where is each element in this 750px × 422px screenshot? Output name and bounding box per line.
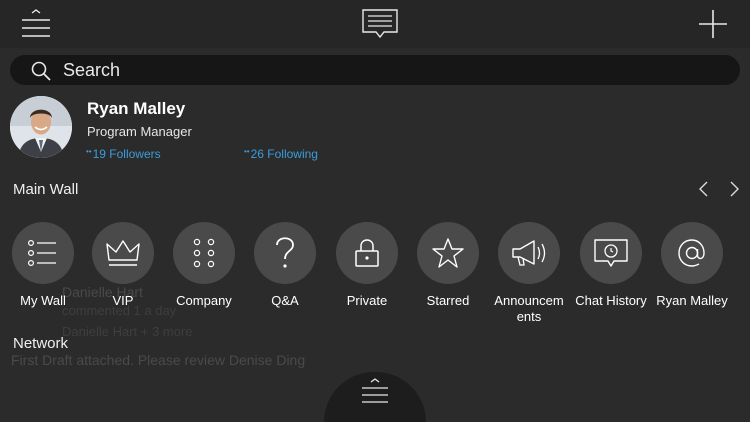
profile-title: Program Manager xyxy=(87,124,192,139)
question-icon xyxy=(254,222,316,284)
category-my-wall[interactable]: My Wall xyxy=(2,222,84,309)
following-link[interactable]: ••26 Following xyxy=(244,147,318,161)
category-starred[interactable]: Starred xyxy=(407,222,489,309)
category-announcements[interactable]: Announcem ents xyxy=(488,222,570,325)
list-icon xyxy=(12,222,74,284)
following-icon: •• xyxy=(244,147,250,156)
chevron-left-icon[interactable] xyxy=(697,181,711,202)
following-count: 26 Following xyxy=(250,147,318,161)
category-label: My Wall xyxy=(20,293,66,308)
category-label: Company xyxy=(176,293,232,308)
search-icon xyxy=(30,60,52,87)
search-input[interactable]: Search xyxy=(63,60,120,80)
profile-name: Ryan Malley xyxy=(87,99,186,118)
menu-icon[interactable] xyxy=(20,8,52,45)
main-wall-header: Main Wall xyxy=(0,173,750,205)
category-label: Starred xyxy=(426,293,470,308)
bottom-drawer-handle[interactable] xyxy=(324,372,426,422)
category-label: VIP xyxy=(112,293,134,308)
star-icon xyxy=(417,222,479,284)
followers-count: 19 Followers xyxy=(92,147,161,161)
followers-link[interactable]: ••19 Followers xyxy=(86,147,161,161)
followers-icon: •• xyxy=(86,147,92,156)
at-icon xyxy=(661,222,723,284)
message-icon[interactable] xyxy=(361,8,399,45)
category-chat-history[interactable]: Chat History xyxy=(570,222,652,309)
category-label: Chat History xyxy=(575,293,647,308)
profile-card: Ryan Malley Program Manager ••19 Followe… xyxy=(0,92,750,170)
avatar[interactable] xyxy=(10,96,72,158)
feed-line: Danielle Hart + 3 more xyxy=(62,324,193,339)
chat-history-icon xyxy=(580,222,642,284)
category-private[interactable]: Private xyxy=(326,222,408,309)
network-title: Network xyxy=(13,335,69,352)
category-company[interactable]: Company xyxy=(163,222,245,309)
crown-icon xyxy=(92,222,154,284)
category-label: Ryan Malley xyxy=(656,293,728,308)
category-qa[interactable]: Q&A xyxy=(244,222,326,309)
feed-post: First Draft attached. Please review Deni… xyxy=(11,352,306,368)
category-mentions[interactable]: Ryan Malley xyxy=(651,222,733,309)
menu-up-icon xyxy=(362,378,388,403)
lock-icon xyxy=(336,222,398,284)
add-icon[interactable] xyxy=(697,8,729,45)
megaphone-icon xyxy=(498,222,560,284)
search-bar[interactable]: Search xyxy=(10,55,740,85)
category-label: Private xyxy=(346,293,388,308)
main-wall-title: Main Wall xyxy=(13,181,79,198)
top-bar xyxy=(0,0,750,48)
category-label: Q&A xyxy=(271,293,299,308)
category-label: Announcem ents xyxy=(494,293,564,324)
chevron-right-icon[interactable] xyxy=(727,181,741,202)
category-vip[interactable]: VIP xyxy=(82,222,164,309)
grid-dots-icon xyxy=(173,222,235,284)
